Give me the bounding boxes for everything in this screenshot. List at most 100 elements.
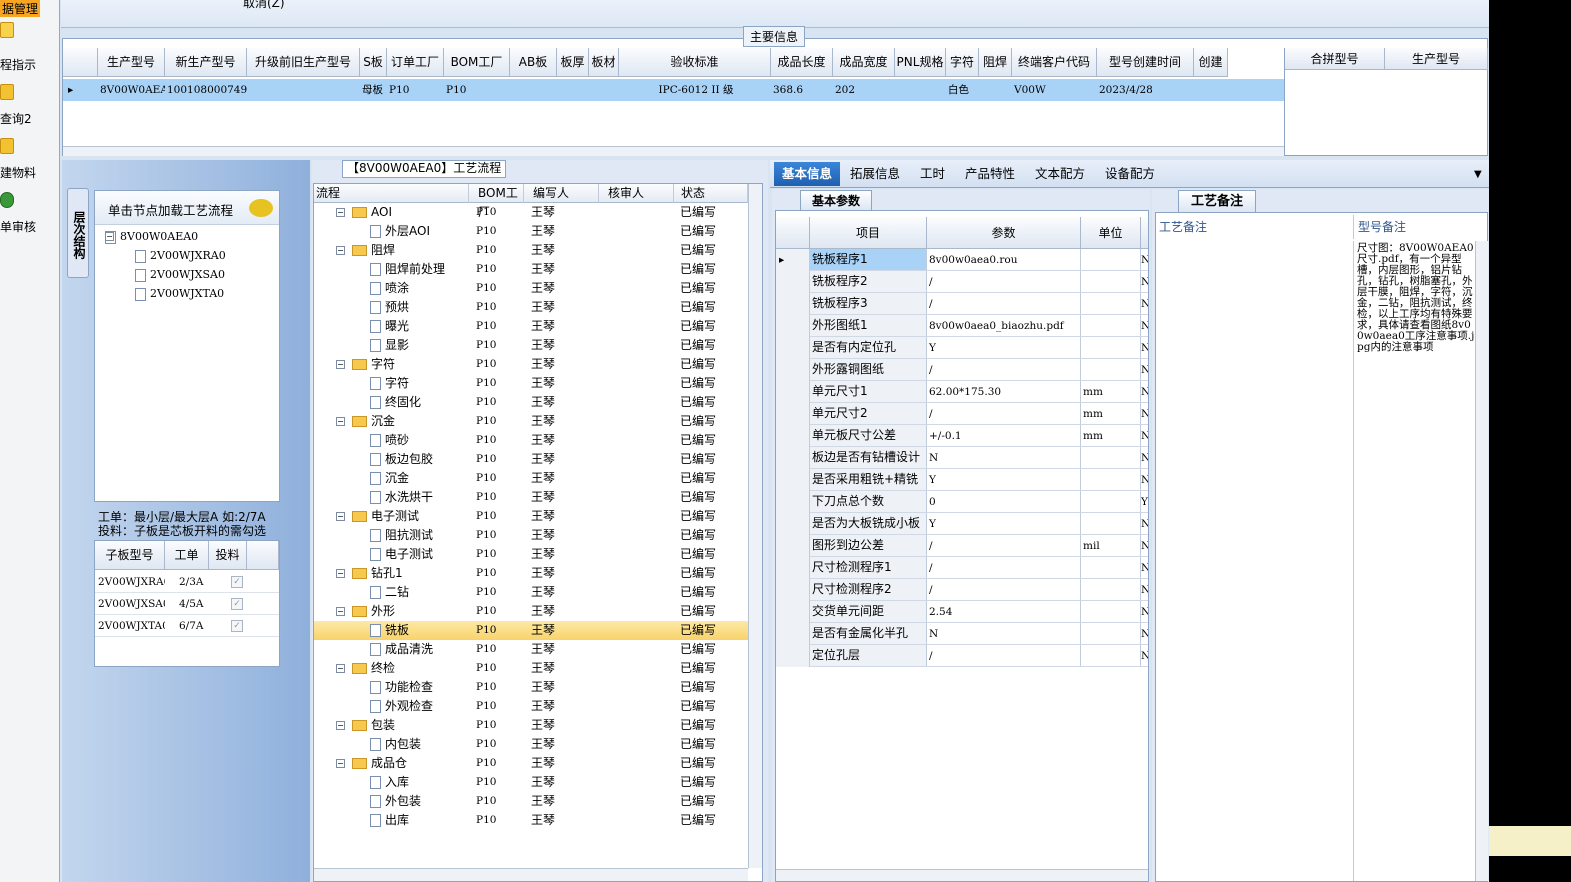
- param-value[interactable]: 2.54: [927, 601, 1081, 622]
- process-node[interactable]: 阻焊前处理: [370, 260, 445, 279]
- param-row[interactable]: 尺寸检测程序2/ N: [776, 579, 1148, 601]
- param-row[interactable]: 定位孔层/ N: [776, 645, 1148, 667]
- process-row[interactable]: 喷砂 P10 王琴 已编写: [314, 431, 748, 450]
- process-node[interactable]: 外层AOI: [370, 222, 430, 241]
- column-header[interactable]: 型号创建时间: [1097, 48, 1194, 77]
- process-row[interactable]: 字符 P10 王琴 已编写: [314, 374, 748, 393]
- param-row[interactable]: 单元尺寸162.00*175.30mmN: [776, 381, 1148, 403]
- param-row[interactable]: 尺寸检测程序1/ N: [776, 557, 1148, 579]
- table-cell[interactable]: 368.6: [771, 79, 833, 101]
- param-value[interactable]: 0: [927, 491, 1081, 512]
- column-header[interactable]: 生产型号: [98, 48, 165, 77]
- param-value[interactable]: /: [927, 535, 1081, 556]
- feed-checkbox[interactable]: ✓: [231, 576, 243, 588]
- nav-item-process-instruction[interactable]: 程指示: [0, 56, 36, 73]
- param-value[interactable]: N: [927, 447, 1081, 468]
- process-row[interactable]: 外观检查 P10 王琴 已编写: [314, 697, 748, 716]
- nav-item-review[interactable]: 单审核: [0, 218, 36, 235]
- collapse-icon[interactable]: −: [336, 512, 345, 521]
- column-header[interactable]: BOM工厂: [444, 48, 510, 77]
- process-node[interactable]: 电子测试: [352, 507, 419, 526]
- tab-basic-params[interactable]: 基本参数: [800, 190, 872, 210]
- feed-checkbox[interactable]: ✓: [231, 620, 243, 632]
- param-row[interactable]: 是否有内定位孔Y N: [776, 337, 1148, 359]
- process-node[interactable]: 阻抗测试: [370, 526, 433, 545]
- param-value[interactable]: /: [927, 293, 1081, 314]
- process-row[interactable]: − 成品仓 P10 王琴 已编写: [314, 754, 748, 773]
- process-node[interactable]: 电子测试: [370, 545, 433, 564]
- process-node[interactable]: 阻焊: [352, 241, 395, 260]
- tab-1[interactable]: 拓展信息: [842, 162, 908, 186]
- vertical-scrollbar[interactable]: [1475, 241, 1488, 881]
- column-header[interactable]: 编写人: [527, 184, 599, 203]
- process-row[interactable]: 喷涂 P10 王琴 已编写: [314, 279, 748, 298]
- column-header[interactable]: 字符: [946, 48, 979, 77]
- nav-item-query2[interactable]: 查询2: [0, 110, 32, 127]
- column-header[interactable]: 阻焊: [979, 48, 1012, 77]
- param-value[interactable]: 8v00w0aea0_biaozhu.pdf: [927, 315, 1081, 336]
- process-row[interactable]: 二钻 P10 王琴 已编写: [314, 583, 748, 602]
- table-row[interactable]: 2V00WJXTA0 6/7A ✓: [95, 615, 279, 637]
- process-row[interactable]: − 沉金 P10 王琴 已编写: [314, 412, 748, 431]
- process-node[interactable]: 喷涂: [370, 279, 409, 298]
- process-row[interactable]: 功能检查 P10 王琴 已编写: [314, 678, 748, 697]
- collapse-icon[interactable]: −: [336, 759, 345, 768]
- process-node[interactable]: 字符: [352, 355, 395, 374]
- tab-3[interactable]: 产品特性: [957, 162, 1023, 186]
- tab-hierarchy[interactable]: 层次结构: [67, 188, 89, 278]
- param-value[interactable]: 62.00*175.30: [927, 381, 1081, 402]
- process-node[interactable]: 功能检查: [370, 678, 433, 697]
- param-row[interactable]: 单元板尺寸公差+/-0.1mmN: [776, 425, 1148, 447]
- process-row[interactable]: 显影 P10 王琴 已编写: [314, 336, 748, 355]
- column-header[interactable]: 验收标准: [619, 48, 771, 77]
- column-header[interactable]: AB板: [510, 48, 557, 77]
- tab-5[interactable]: 设备配方: [1097, 162, 1163, 186]
- process-node[interactable]: 外观检查: [370, 697, 433, 716]
- process-node[interactable]: 水洗烘干: [370, 488, 433, 507]
- cancel-button[interactable]: 取消(Z): [243, 0, 285, 11]
- process-node[interactable]: 预烘: [370, 298, 409, 317]
- param-row[interactable]: 下刀点总个数 0 Y: [776, 491, 1148, 513]
- process-node[interactable]: 终检: [352, 659, 395, 678]
- param-value[interactable]: Y: [927, 469, 1081, 490]
- table-cell[interactable]: 10010800074946: [165, 79, 247, 101]
- collapse-icon[interactable]: −: [105, 232, 114, 241]
- column-header[interactable]: 参数: [927, 217, 1081, 249]
- process-node[interactable]: 终固化: [370, 393, 421, 412]
- column-header[interactable]: 合拼型号: [1285, 48, 1385, 70]
- process-row[interactable]: 阻焊前处理 P10 王琴 已编写: [314, 260, 748, 279]
- process-row[interactable]: 电子测试 P10 王琴 已编写: [314, 545, 748, 564]
- nav-item-data-management[interactable]: 据管理: [0, 0, 41, 17]
- param-row[interactable]: 是否有金属化半孔NN: [776, 623, 1148, 645]
- column-header[interactable]: BOM工厂: [472, 184, 524, 219]
- param-value[interactable]: N: [927, 623, 1081, 644]
- column-header[interactable]: 子板型号: [95, 541, 165, 570]
- column-header[interactable]: 创建: [1194, 48, 1228, 77]
- checkbox-icon[interactable]: [135, 268, 146, 282]
- column-header[interactable]: 投料: [209, 541, 247, 570]
- process-row[interactable]: 外包装 P10 王琴 已编写: [314, 792, 748, 811]
- column-header[interactable]: 板厚: [557, 48, 589, 77]
- param-row[interactable]: 外形图纸18v00w0aea0_biaozhu.pdf N: [776, 315, 1148, 337]
- process-row[interactable]: − 电子测试 P10 王琴 已编写: [314, 507, 748, 526]
- horizontal-scrollbar[interactable]: [314, 868, 748, 881]
- process-row[interactable]: 阻抗测试 P10 王琴 已编写: [314, 526, 748, 545]
- column-header[interactable]: 项目: [810, 217, 927, 249]
- param-row[interactable]: 单元尺寸2/mmN: [776, 403, 1148, 425]
- process-row[interactable]: − 阻焊 P10 王琴 已编写: [314, 241, 748, 260]
- tree-node[interactable]: 2V00WJXRA0: [135, 246, 226, 265]
- process-row[interactable]: 外层AOI P10 王琴 已编写: [314, 222, 748, 241]
- param-value[interactable]: +/-0.1: [927, 425, 1081, 446]
- process-row[interactable]: 终固化 P10 王琴 已编写: [314, 393, 748, 412]
- column-header[interactable]: 成品宽度: [833, 48, 895, 77]
- process-row[interactable]: 预烘 P10 王琴 已编写: [314, 298, 748, 317]
- tab-2[interactable]: 工时: [912, 162, 953, 186]
- collapse-icon[interactable]: −: [336, 246, 345, 255]
- process-node[interactable]: 成品清洗: [370, 640, 433, 659]
- param-value[interactable]: Y: [927, 513, 1081, 534]
- feed-checkbox[interactable]: ✓: [231, 598, 243, 610]
- column-header[interactable]: S板: [360, 48, 387, 77]
- param-value[interactable]: /: [927, 557, 1081, 578]
- process-node[interactable]: 曝光: [370, 317, 409, 336]
- process-node[interactable]: AOI: [352, 203, 392, 222]
